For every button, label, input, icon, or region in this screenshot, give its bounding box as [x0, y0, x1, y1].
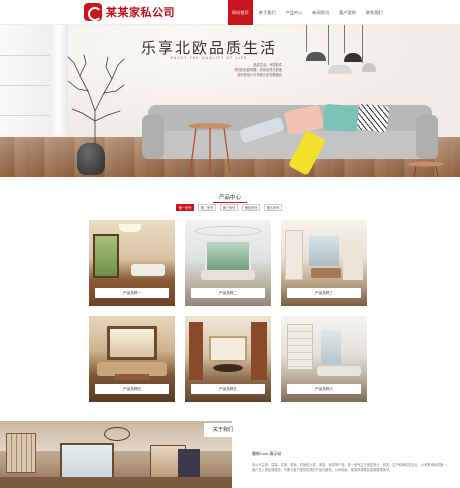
product-card[interactable]: 产品名称二: [185, 220, 271, 306]
pillow-teal: [323, 103, 359, 133]
about-photo: [0, 421, 232, 488]
hero-banner: 乐享北欧品质生活 ENJOY THE QUALITY OF LIFE 品质生活，…: [0, 25, 460, 177]
nav-item-contact[interactable]: 联系我们: [362, 0, 387, 25]
product-card[interactable]: 产品名称六: [281, 316, 367, 402]
banner-desc-line: 现代的设计与传统元素完美融合: [237, 73, 282, 77]
banner-description: 品质生活，专属软件 简约的北欧风格，崇尚自然与舒适 现代的设计与传统元素完美融合: [200, 63, 282, 78]
about-tab[interactable]: 关于我们: [204, 423, 242, 437]
header: 某某家私公司 网站首页 关于我们 产品中心 新闻资讯 客户案例 联系我们: [0, 0, 460, 25]
about-heading: 最新Cms 演示站: [252, 451, 282, 456]
product-tabs: 第一系列 第二系列 第三系列 第四系列 第五系列: [176, 204, 286, 211]
product-card[interactable]: 产品名称四: [89, 316, 175, 402]
tab-series-5[interactable]: 第五系列: [264, 204, 282, 211]
banner-slogan-en: ENJOY THE QUALITY OF LIFE: [170, 56, 248, 60]
nav-item-cases[interactable]: 客户案例: [335, 0, 360, 25]
nav-item-news[interactable]: 新闻资讯: [308, 0, 333, 25]
tab-series-3[interactable]: 第三系列: [220, 204, 238, 211]
products-section: 产品中心 第一系列 第二系列 第三系列 第四系列 第五系列 产品名称一 产品名称: [0, 177, 460, 415]
title-divider: [213, 202, 247, 203]
logo-mark-icon: [84, 3, 102, 21]
product-caption: 产品名称二: [191, 288, 265, 298]
tab-series-4[interactable]: 第四系列: [242, 204, 260, 211]
product-card[interactable]: 产品名称一: [89, 220, 175, 306]
product-caption: 产品名称四: [95, 384, 169, 394]
product-caption: 产品名称五: [191, 384, 265, 394]
round-table-icon: [408, 161, 444, 177]
about-paragraph: 本公司主营：高端、实用、舒适、时尚的沙发、床垫、家具等产品，是一家专注于家居设计…: [252, 463, 450, 473]
main-nav: 网站首页 关于我们 产品中心 新闻资讯 客户案例 联系我们: [228, 0, 389, 25]
about-section: 关于我们 最新Cms 演示站 本公司主营：高端、实用、舒适、时尚的沙发、床垫、家…: [0, 415, 460, 488]
nav-item-home[interactable]: 网站首页: [228, 0, 253, 25]
product-caption: 产品名称一: [95, 288, 169, 298]
nav-item-about[interactable]: 关于我们: [255, 0, 280, 25]
product-card[interactable]: 产品名称五: [185, 316, 271, 402]
side-table-icon: [188, 123, 232, 174]
products-title: 产品中心: [218, 195, 241, 201]
company-name: 某某家私公司: [106, 7, 175, 19]
about-text: 最新Cms 演示站 本公司主营：高端、实用、舒适、时尚的沙发、床垫、家具等产品，…: [252, 451, 452, 473]
pillow-pattern: [356, 103, 390, 133]
vase: [77, 143, 105, 175]
product-card[interactable]: 产品名称三: [281, 220, 367, 306]
product-caption: 产品名称六: [287, 384, 361, 394]
logo[interactable]: 某某家私公司: [84, 3, 175, 21]
page: 某某家私公司 网站首页 关于我们 产品中心 新闻资讯 客户案例 联系我们 乐享北…: [0, 0, 460, 488]
nav-item-products[interactable]: 产品中心: [282, 0, 307, 25]
banner-slogan: 乐享北欧品质生活: [140, 41, 277, 57]
tab-series-2[interactable]: 第二系列: [198, 204, 216, 211]
branch-decoration-icon: [67, 54, 125, 150]
tab-series-1[interactable]: 第一系列: [176, 204, 194, 211]
product-caption: 产品名称三: [287, 288, 361, 298]
